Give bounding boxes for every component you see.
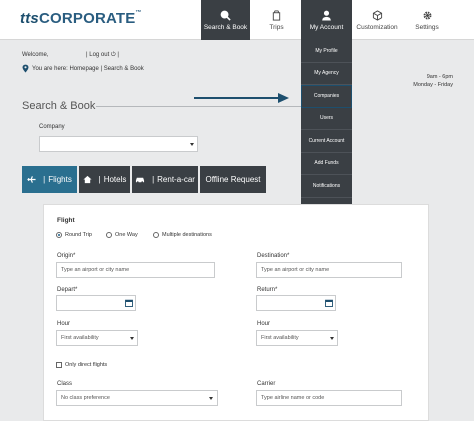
radio-multiple-destinations-label: Multiple destinations xyxy=(162,232,212,238)
search-icon xyxy=(220,9,231,21)
chevron-down-icon xyxy=(330,337,334,340)
origin-label: Origin* xyxy=(57,253,76,259)
location-pin-icon xyxy=(22,64,29,73)
nav-search-book[interactable]: Search & Book xyxy=(201,0,250,40)
radio-dot xyxy=(106,232,112,238)
tab-separator: | xyxy=(152,175,155,184)
account-menu-item-add-funds[interactable]: Add Funds xyxy=(301,153,352,175)
account-menu-item-my-agency[interactable]: My Agency xyxy=(301,63,352,85)
return-hour-select[interactable]: First availability xyxy=(256,330,338,346)
nav-settings-label: Settings xyxy=(415,24,439,31)
nav-trips-label: Trips xyxy=(269,24,284,31)
tab-hotels[interactable]: | Hotels xyxy=(79,166,130,193)
logo-tm-mark: ™ xyxy=(135,10,142,16)
depart-hour-value: First availability xyxy=(61,335,99,341)
cube-icon xyxy=(372,9,383,21)
tab-hotels-label: Hotels xyxy=(103,175,127,184)
booking-tabs: | Flights | Hotels | Rent-a-car Offline … xyxy=(22,166,268,193)
chevron-down-icon xyxy=(190,143,194,146)
plane-icon xyxy=(27,175,36,184)
radio-dot xyxy=(153,232,159,238)
return-hour-value: First availability xyxy=(261,335,299,341)
return-date-input[interactable] xyxy=(256,295,336,311)
calendar-icon[interactable] xyxy=(325,299,333,307)
welcome-text: Welcome, xyxy=(22,52,49,58)
office-hours-time: 9am - 6pm xyxy=(426,74,453,80)
nav-search-book-label: Search & Book xyxy=(203,24,248,31)
destination-input[interactable]: Type an airport or city name xyxy=(256,262,402,278)
tts-corporate-logo[interactable]: ttsCORPORATE™ xyxy=(20,10,142,27)
origin-input[interactable]: Type an airport or city name xyxy=(56,262,215,278)
tab-flights[interactable]: | Flights xyxy=(22,166,77,193)
radio-round-trip[interactable]: Round Trip xyxy=(56,232,92,238)
radio-dot xyxy=(56,232,62,238)
return-hour-label: Hour xyxy=(257,321,271,327)
company-label: Company xyxy=(39,124,65,130)
tab-separator: | xyxy=(43,175,46,184)
radio-round-trip-label: Round Trip xyxy=(65,232,92,238)
account-menu-item-current-account[interactable]: Current Account xyxy=(301,130,352,153)
tab-flights-label: Flights xyxy=(48,175,72,184)
nav-my-account[interactable]: My Account xyxy=(301,0,352,40)
carrier-input[interactable]: Type airline name or code xyxy=(256,390,402,406)
nav-settings[interactable]: Settings xyxy=(404,0,450,40)
home-icon xyxy=(83,175,92,184)
chevron-down-icon xyxy=(209,397,213,400)
tab-separator: | xyxy=(98,175,101,184)
tab-offline-request-label: Offline Request xyxy=(205,175,261,184)
depart-hour-select[interactable]: First availability xyxy=(56,330,138,346)
class-select[interactable]: No class preference xyxy=(56,390,218,406)
return-label: Return* xyxy=(257,287,278,293)
trips-icon xyxy=(271,9,282,21)
chevron-down-icon xyxy=(130,337,134,340)
account-menu-item-companies[interactable]: Companies xyxy=(301,85,352,108)
radio-multiple-destinations[interactable]: Multiple destinations xyxy=(153,232,212,238)
nav-customization[interactable]: Customization xyxy=(354,0,400,40)
direct-flights-checkbox[interactable]: Only direct flights xyxy=(56,362,107,368)
radio-one-way[interactable]: One Way xyxy=(106,232,138,238)
flight-heading: Flight xyxy=(57,217,75,224)
my-account-dropdown: My Profile My Agency Companies Users Current… xyxy=(301,40,352,220)
office-hours-days: Monday - Friday xyxy=(413,82,453,88)
depart-date-input[interactable] xyxy=(56,295,136,311)
checkbox-box xyxy=(56,362,62,368)
nav-trips[interactable]: Trips xyxy=(254,0,299,40)
tab-offline-request[interactable]: Offline Request xyxy=(200,166,266,193)
pointer-arrow-icon xyxy=(194,93,289,103)
destination-label: Destination* xyxy=(257,253,290,259)
logo-tts-text: tts xyxy=(20,10,39,27)
top-header: ttsCORPORATE™ Search & Book Trips My Acc… xyxy=(0,0,474,40)
office-hours: 9am - 6pm Monday - Friday xyxy=(413,73,453,89)
account-menu-item-notifications[interactable]: Notifications xyxy=(301,175,352,198)
class-label: Class xyxy=(57,381,73,387)
tab-rent-a-car-label: Rent-a-car xyxy=(157,175,195,184)
car-icon xyxy=(135,175,145,184)
account-menu-item-my-profile[interactable]: My Profile xyxy=(301,40,352,63)
logo-corporate-text: CORPORATE xyxy=(38,10,136,27)
breadcrumb-text: You are here: Homepage | Search & Book xyxy=(32,65,144,72)
direct-flights-label: Only direct flights xyxy=(65,362,108,368)
radio-one-way-label: One Way xyxy=(115,232,138,238)
tab-rent-a-car[interactable]: | Rent-a-car xyxy=(132,166,198,193)
breadcrumb: You are here: Homepage | Search & Book xyxy=(22,64,144,73)
title-divider xyxy=(96,106,301,107)
carrier-label: Carrier xyxy=(257,381,276,387)
depart-label: Depart* xyxy=(57,287,78,293)
class-select-value: No class preference xyxy=(61,395,110,401)
logout-link[interactable]: | Log out ⏻ | xyxy=(86,52,119,59)
gear-icon xyxy=(422,9,433,21)
calendar-icon[interactable] xyxy=(125,299,133,307)
nav-my-account-label: My Account xyxy=(309,24,344,31)
account-menu-item-users[interactable]: Users xyxy=(301,108,352,130)
nav-customization-label: Customization xyxy=(356,24,398,31)
page-title: Search & Book xyxy=(22,100,96,112)
company-select[interactable] xyxy=(39,136,198,152)
depart-hour-label: Hour xyxy=(57,321,71,327)
user-icon xyxy=(321,9,332,21)
flight-search-form: Flight Round Trip One Way Multiple desti… xyxy=(43,204,429,421)
